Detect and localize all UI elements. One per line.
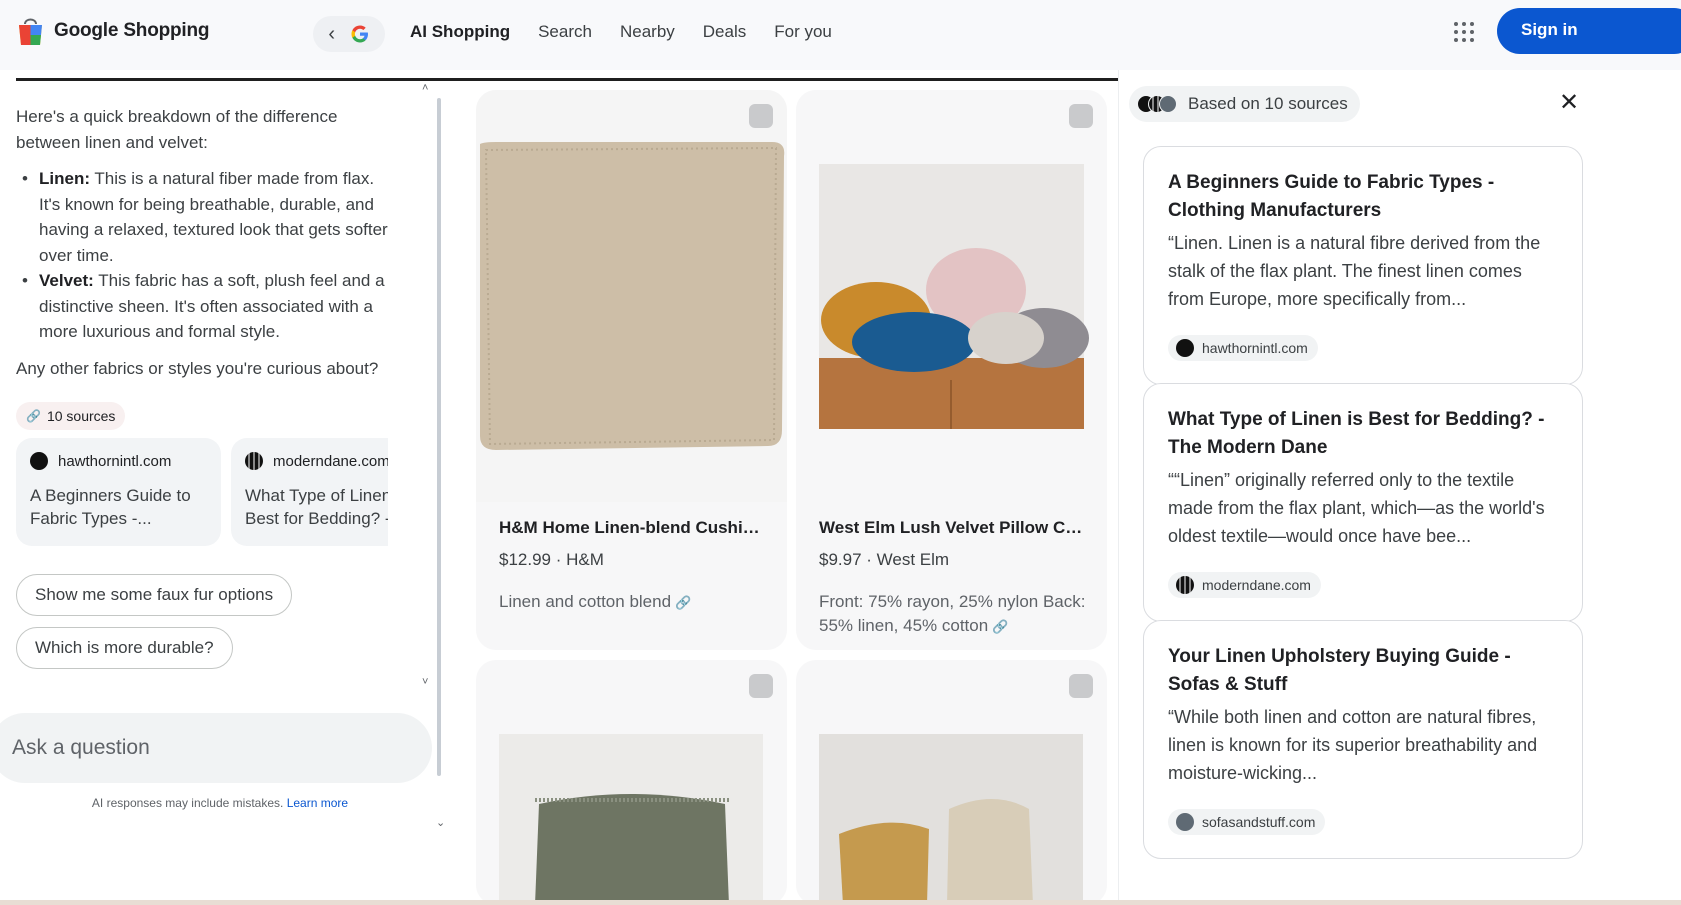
learn-more-link[interactable]: Learn more <box>287 796 348 810</box>
suggestion-faux-fur[interactable]: Show me some faux fur options <box>16 574 293 616</box>
followup-question: Any other fabrics or styles you're curio… <box>16 359 379 378</box>
google-shopping-logo[interactable]: Google Shopping <box>17 16 210 46</box>
site-favicon-icon <box>1176 813 1194 831</box>
source-result-snippet: ““Linen” originally referred only to the… <box>1168 470 1545 546</box>
scroll-down-icon[interactable]: ˅ <box>422 676 428 688</box>
site-favicon-icon <box>30 452 48 470</box>
site-favicon-icon <box>1159 95 1177 113</box>
ask-question-input[interactable]: Ask a question <box>0 713 432 783</box>
close-icon[interactable]: ✕ <box>1559 88 1579 117</box>
product-description: Front: 75% rayon, 25% nylon Back: 55% li… <box>819 590 1089 639</box>
tab-search[interactable]: Search <box>538 22 592 42</box>
source-result-title[interactable]: What Type of Linen is Best for Bedding? … <box>1168 406 1558 462</box>
bullet-velvet: Velvet: This fabric has a soft, plush fe… <box>16 268 396 345</box>
logo-text: Google Shopping <box>54 20 210 41</box>
site-favicon-icon <box>1176 576 1194 594</box>
sources-panel: Based on 10 sources ✕ A Beginners Guide … <box>1118 70 1681 905</box>
product-price: $9.97 · West Elm <box>819 550 950 569</box>
source-favicons <box>1137 95 1177 113</box>
nav-pill: ‹ <box>313 16 385 52</box>
suggestion-durable[interactable]: Which is more durable? <box>16 627 233 669</box>
compare-checkbox[interactable] <box>749 674 773 698</box>
velvet-pillow-image <box>796 90 1107 502</box>
source-cards-carousel: hawthornintl.com A Beginners Guide to Fa… <box>16 438 388 546</box>
bullet-text: This is a natural fiber made from flax. … <box>39 169 388 265</box>
tab-for-you[interactable]: For you <box>774 22 832 42</box>
source-card[interactable]: hawthornintl.com A Beginners Guide to Fa… <box>16 438 221 546</box>
chevron-left-icon[interactable]: ‹ <box>328 24 335 44</box>
source-result-card[interactable]: What Type of Linen is Best for Bedding? … <box>1143 383 1583 622</box>
source-title: What Type of Linen is Best for Bedding? … <box>245 486 388 528</box>
source-site-label: sofasandstuff.com <box>1202 814 1316 830</box>
source-card[interactable]: moderndane.com What Type of Linen is Bes… <box>231 438 388 546</box>
product-name[interactable]: West Elm Lush Velvet Pillow Cover <box>819 518 1089 538</box>
product-image[interactable] <box>796 90 1107 502</box>
sources-chip[interactable]: 🔗 10 sources <box>16 402 126 430</box>
answer-intro: Here's a quick breakdown of the differen… <box>16 107 338 152</box>
ai-disclaimer: AI responses may include mistakes. Learn… <box>0 796 440 810</box>
bullet-linen: Linen: This is a natural fiber made from… <box>16 166 396 268</box>
site-favicon-icon <box>1176 339 1194 357</box>
top-header: Google Shopping ‹ AI Shopping Search Nea… <box>0 0 1681 70</box>
product-description: Linen and cotton blend 🔗 <box>499 590 769 615</box>
compare-checkbox[interactable] <box>1069 674 1093 698</box>
textured-pillows-image <box>819 734 1083 905</box>
product-name[interactable]: H&M Home Linen-blend Cushion... <box>499 518 769 538</box>
product-card[interactable] <box>476 660 787 905</box>
chevron-down-icon[interactable]: ⌄ <box>436 816 445 829</box>
tab-deals[interactable]: Deals <box>703 22 746 42</box>
source-result-card[interactable]: Your Linen Upholstery Buying Guide - Sof… <box>1143 620 1583 859</box>
source-result-title[interactable]: Your Linen Upholstery Buying Guide - Sof… <box>1168 643 1558 699</box>
green-pillow-image <box>499 734 763 905</box>
link-icon: 🔗 <box>26 409 41 423</box>
compare-checkbox[interactable] <box>1069 104 1093 128</box>
product-card[interactable]: H&M Home Linen-blend Cushion... $12.99 ·… <box>476 90 787 650</box>
sign-in-button[interactable]: Sign in <box>1497 8 1681 54</box>
product-card[interactable] <box>796 660 1107 905</box>
source-site-chip[interactable]: sofasandstuff.com <box>1168 809 1326 835</box>
scroll-up-icon[interactable]: ˄ <box>422 82 428 94</box>
source-result-snippet: “Linen. Linen is a natural fibre derived… <box>1168 233 1541 309</box>
bullet-term: Linen: <box>39 169 90 188</box>
google-g-icon[interactable] <box>350 24 370 44</box>
progress-divider <box>16 78 1118 81</box>
based-on-label: Based on 10 sources <box>1188 94 1348 113</box>
sources-chip-label: 10 sources <box>46 408 116 424</box>
source-site-label: moderndane.com <box>1202 577 1311 593</box>
compare-checkbox[interactable] <box>749 104 773 128</box>
source-site: hawthornintl.com <box>58 452 172 470</box>
apps-grid-icon[interactable] <box>1454 22 1474 42</box>
taskbar-edge <box>0 900 1681 905</box>
source-result-snippet: “While both linen and cotton are natural… <box>1168 707 1538 783</box>
site-favicon-icon <box>245 452 263 470</box>
link-icon[interactable]: 🔗 <box>675 595 691 610</box>
source-site: moderndane.com <box>273 452 388 470</box>
source-site-chip[interactable]: hawthornintl.com <box>1168 335 1318 361</box>
link-icon[interactable]: 🔗 <box>992 619 1008 634</box>
chat-panel: Here's a quick breakdown of the differen… <box>0 82 445 905</box>
chat-scrollbar[interactable] <box>437 98 441 776</box>
product-image[interactable] <box>476 90 787 502</box>
tab-ai-shopping[interactable]: AI Shopping <box>410 22 510 42</box>
based-on-sources-chip[interactable]: Based on 10 sources <box>1129 86 1360 122</box>
nav-tabs: AI Shopping Search Nearby Deals For you <box>410 22 832 42</box>
product-price: $12.99 · H&M <box>499 550 604 569</box>
product-description-text: Front: 75% rayon, 25% nylon Back: 55% li… <box>819 592 1086 635</box>
source-result-title[interactable]: A Beginners Guide to Fabric Types - Clot… <box>1168 169 1558 225</box>
product-description-text: Linen and cotton blend <box>499 592 672 611</box>
linen-cushion-image <box>476 90 787 502</box>
source-result-card[interactable]: A Beginners Guide to Fabric Types - Clot… <box>1143 146 1583 385</box>
shopping-bag-icon <box>19 18 42 45</box>
answer-bullets: Linen: This is a natural fiber made from… <box>16 166 396 345</box>
product-card[interactable]: West Elm Lush Velvet Pillow Cover $9.97 … <box>796 90 1107 650</box>
bullet-term: Velvet: <box>39 271 94 290</box>
tab-nearby[interactable]: Nearby <box>620 22 675 42</box>
source-title: A Beginners Guide to Fabric Types -... <box>30 486 191 528</box>
source-site-label: hawthornintl.com <box>1202 340 1308 356</box>
source-site-chip[interactable]: moderndane.com <box>1168 572 1321 598</box>
disclaimer-text: AI responses may include mistakes. <box>91 796 284 810</box>
